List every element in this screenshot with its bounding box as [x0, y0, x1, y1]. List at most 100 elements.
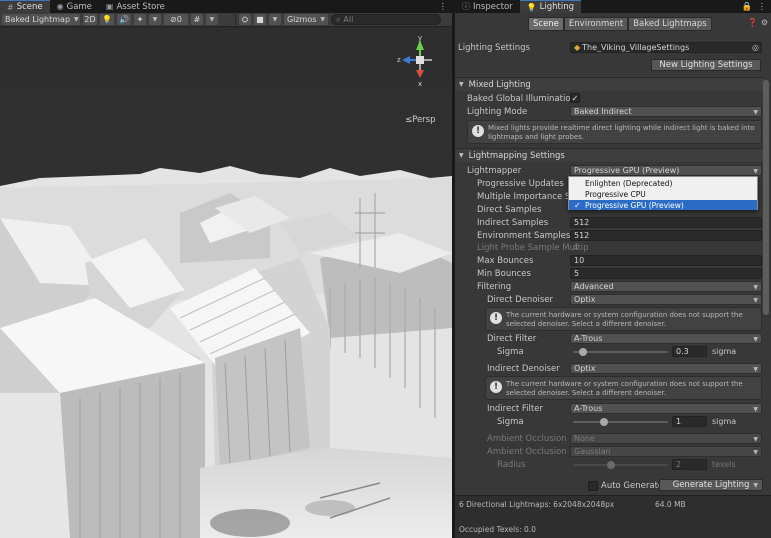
chevron-down-icon: ▼	[753, 284, 758, 291]
lighting-tabbar: ⓘ Inspector 💡 Lighting 🔒 ⋮	[455, 0, 771, 13]
lock-icon[interactable]: 🔒	[742, 2, 753, 12]
more-menu-icon[interactable]: ⋮	[758, 2, 767, 12]
ao-filter-dropdown: Gaussian ▼	[570, 446, 762, 457]
ao-radius-knob	[607, 461, 615, 469]
light-probe-multiplier-value: 4	[573, 243, 579, 253]
grid-dropdown-icon[interactable]: ▼	[205, 14, 218, 25]
grid-toggle-icon[interactable]: #	[190, 14, 203, 25]
gizmos-dropdown[interactable]: Gizmos ▼	[283, 14, 328, 25]
camera-icon[interactable]: ■	[253, 14, 266, 25]
gizmo-x-label: x	[418, 80, 422, 88]
lighting-settings-label: Lighting Settings	[458, 43, 530, 53]
scene-viewport[interactable]: y z x ≤Persp	[0, 28, 452, 538]
lightmapper-dropdown[interactable]: Progressive GPU (Preview) ▼	[570, 165, 762, 176]
chevron-down-icon: ▼	[753, 336, 758, 343]
lighting-mode-label: Lighting Mode	[467, 107, 528, 117]
light-probe-multiplier-label: Light Probe Sample Multip	[477, 243, 589, 253]
min-bounces-label: Min Bounces	[477, 269, 531, 279]
info-icon: !	[490, 312, 502, 324]
tab-inspector[interactable]: ⓘ Inspector	[455, 0, 520, 13]
menu-item-progressive-cpu[interactable]: Progressive CPU	[569, 189, 757, 199]
indirect-sigma-knob[interactable]	[600, 418, 609, 426]
environment-samples-field[interactable]: 512	[570, 230, 762, 241]
projection-toggle[interactable]: ≤Persp	[405, 115, 436, 125]
lighting-scrollbar[interactable]	[763, 80, 769, 315]
subtab-baked-lightmaps[interactable]: Baked Lightmaps	[628, 17, 712, 31]
store-icon: ▣	[105, 2, 114, 11]
min-bounces-field[interactable]: 5	[570, 268, 762, 279]
lighting-mode-dropdown[interactable]: Baked Indirect ▼	[570, 106, 762, 117]
effects-toggle-icon[interactable]: ✦	[133, 14, 146, 25]
menu-item-enlighten[interactable]: Enlighten (Deprecated)	[569, 178, 757, 188]
object-picker-icon[interactable]: ◎	[752, 43, 759, 52]
lightbulb-icon: 💡	[526, 2, 537, 12]
lightmapping-settings-header[interactable]: ▼ Lightmapping Settings	[455, 148, 765, 162]
mixed-lighting-header[interactable]: ▼ Mixed Lighting	[455, 77, 765, 91]
info-icon: !	[472, 125, 484, 137]
camera-dropdown-icon[interactable]: ▼	[268, 14, 281, 25]
direct-filter-dropdown[interactable]: A-Trous ▼	[570, 333, 762, 344]
filtering-dropdown[interactable]: Advanced ▼	[570, 281, 762, 292]
tab-scene[interactable]: # Scene	[0, 0, 50, 13]
generate-lighting-button[interactable]: Generate Lighting ▼	[659, 479, 763, 491]
effects-dropdown-icon[interactable]: ▼	[148, 14, 161, 25]
ao-radius-slider	[573, 464, 668, 466]
lightmapper-popup-menu: Enlighten (Deprecated) Progressive CPU ✓…	[568, 176, 758, 210]
direct-sigma-knob[interactable]	[578, 348, 587, 356]
gizmo-z-label: z	[397, 56, 401, 64]
checkmark-icon: ✓	[574, 200, 581, 210]
indirect-denoiser-label: Indirect Denoiser	[487, 364, 560, 374]
direct-denoiser-dropdown[interactable]: Optix ▼	[570, 294, 762, 305]
help-icon[interactable]: ❓	[748, 18, 758, 27]
new-lighting-settings-button[interactable]: New Lighting Settings	[651, 59, 761, 71]
tool-settings-icon[interactable]: ⛭	[238, 14, 251, 25]
fold-arrow-icon: ▼	[459, 81, 464, 88]
subtab-scene[interactable]: Scene	[528, 17, 564, 31]
hidden-objects-toggle[interactable]: ⊘ 0	[163, 14, 188, 25]
search-icon: ⌕	[335, 14, 341, 24]
scene-toolbar: Baked Lightmap ▼ 2D 💡 🔊 ✦ ▼ ⊘ 0 # ▼ ⛭ ■ ▼…	[0, 13, 452, 27]
indirect-samples-label: Indirect Samples	[477, 218, 549, 228]
indirect-filter-label: Indirect Filter	[487, 404, 543, 414]
toolbar-separator	[234, 14, 236, 25]
direct-sigma-label: Sigma	[497, 347, 524, 357]
indirect-filter-dropdown[interactable]: A-Trous ▼	[570, 403, 762, 414]
2d-toggle[interactable]: 2D	[83, 14, 97, 25]
direct-samples-label: Direct Samples	[477, 205, 542, 215]
direct-sigma-slider[interactable]	[573, 351, 668, 353]
gear-icon[interactable]: ⚙	[761, 18, 768, 27]
baked-gi-label: Baked Global Illumination	[467, 94, 576, 104]
indirect-denoiser-dropdown[interactable]: Optix ▼	[570, 363, 762, 374]
lightmapper-label: Lightmapper	[467, 166, 522, 176]
audio-toggle-icon[interactable]: 🔊	[116, 14, 131, 25]
generate-bar: Auto Generate Generate Lighting ▼	[455, 477, 771, 494]
lightmap-stats: 6 Directional Lightmaps: 6x2048x2048px 6…	[455, 495, 771, 538]
chevron-down-icon: ▼	[753, 482, 758, 489]
lightmaps-size: 64.0 MB	[655, 500, 686, 509]
info-icon: !	[490, 381, 502, 393]
indirect-samples-field[interactable]: 512	[570, 217, 762, 228]
baked-gi-checkbox[interactable]: ✓	[570, 93, 580, 103]
subtab-environment[interactable]: Environment	[563, 17, 629, 31]
tab-asset-store[interactable]: ▣ Asset Store	[99, 0, 172, 13]
auto-generate-checkbox[interactable]	[588, 481, 598, 491]
max-bounces-label: Max Bounces	[477, 256, 534, 266]
more-menu-icon[interactable]: ⋮	[434, 0, 453, 13]
max-bounces-field[interactable]: 10	[570, 255, 762, 266]
draw-mode-dropdown[interactable]: Baked Lightmap ▼	[2, 14, 80, 25]
lighting-panel: ⓘ Inspector 💡 Lighting 🔒 ⋮ Scene Environ…	[455, 0, 771, 538]
menu-item-progressive-gpu[interactable]: ✓ Progressive GPU (Preview)	[569, 200, 757, 210]
indirect-sigma-slider[interactable]	[573, 421, 668, 423]
tab-game[interactable]: ◉ Game	[50, 0, 99, 13]
direct-sigma-field[interactable]: 0.3	[672, 346, 707, 357]
lighting-toggle-icon[interactable]: 💡	[100, 14, 114, 25]
environment-samples-label: Environment Samples	[477, 231, 571, 241]
direct-filter-label: Direct Filter	[487, 334, 537, 344]
lighting-settings-field[interactable]: ◆ The_Viking_VillageSettings ◎	[570, 42, 762, 53]
viking-village-render: y z x	[0, 28, 452, 538]
chevron-down-icon: ▼	[753, 168, 758, 175]
indirect-sigma-field[interactable]: 1	[672, 416, 707, 427]
lightmaps-summary: 6 Directional Lightmaps: 6x2048x2048px	[459, 500, 615, 509]
scene-search-input[interactable]: ⌕ All	[330, 14, 441, 25]
tab-lighting[interactable]: 💡 Lighting	[519, 0, 581, 13]
